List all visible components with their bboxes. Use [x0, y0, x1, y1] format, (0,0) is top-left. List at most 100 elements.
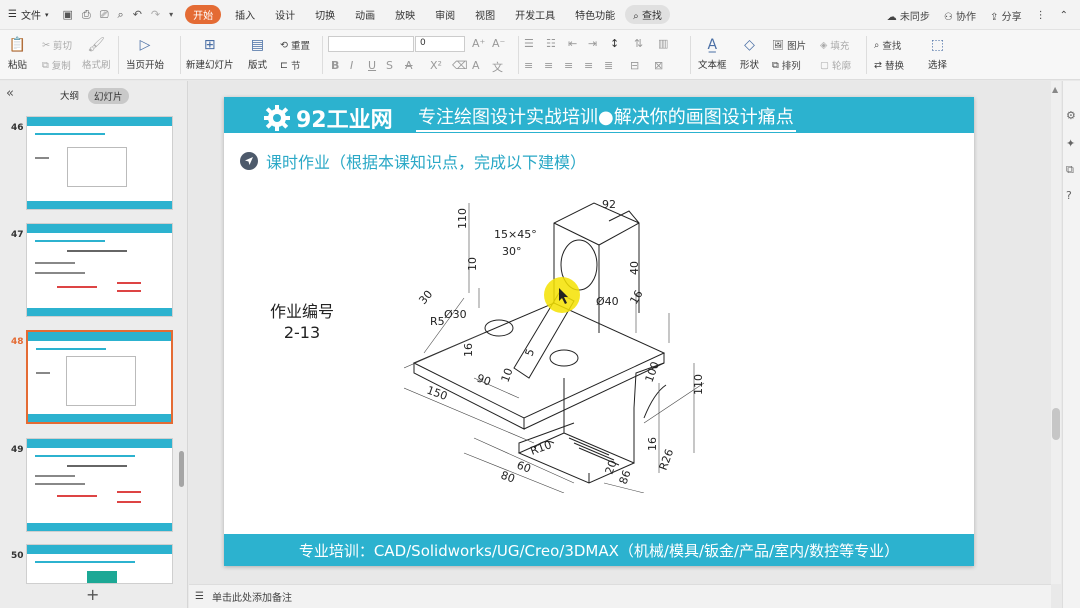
slide-thumbnail[interactable] [26, 438, 173, 532]
textbox-button[interactable]: A̲ 文本框 [698, 36, 727, 71]
share-icon: ⇪ [990, 11, 999, 23]
tab-transitions[interactable]: 切换 [305, 4, 345, 25]
dim-label: 15×45° [494, 228, 537, 241]
numbering-icon[interactable]: ☷ [546, 37, 556, 50]
tab-design[interactable]: 设计 [265, 4, 305, 25]
transition-icon[interactable]: ⧉ [1066, 163, 1074, 177]
shrink-font-icon[interactable]: A⁻ [492, 37, 505, 50]
align-text-icon[interactable]: ⊟ [630, 59, 639, 72]
tab-developer[interactable]: 开发工具 [505, 4, 565, 25]
scroll-up-icon[interactable]: ▲ [1052, 85, 1058, 94]
indent-decrease-icon[interactable]: ⇤ [568, 37, 577, 50]
slide-number: 49 [11, 445, 24, 455]
indent-increase-icon[interactable]: ⇥ [588, 37, 597, 50]
share-button[interactable]: ⇪ 分享 [990, 8, 1022, 23]
align-right-icon[interactable]: ≡ [564, 59, 573, 72]
paste-button[interactable]: 📋 粘贴 [8, 36, 27, 71]
layout-button[interactable]: ▤ 版式 [248, 36, 267, 71]
justify-icon[interactable]: ≡ [584, 59, 593, 72]
superscript-icon[interactable]: X² [430, 59, 442, 72]
slide-number: 50 [11, 551, 24, 561]
slide[interactable]: 92工业网 专注绘图设计实战培训●解决你的画图设计痛点 课时作业（根据本课知识点… [224, 97, 974, 566]
tab-insert[interactable]: 插入 [225, 4, 265, 25]
clear-format-icon[interactable]: ⌫ [452, 59, 468, 72]
underline-icon[interactable]: U [368, 59, 376, 72]
help-icon[interactable]: ? [1066, 189, 1072, 202]
shape-button[interactable]: ◇ 形状 [740, 36, 759, 71]
canvas-scrollbar[interactable]: ▲ [1051, 81, 1061, 584]
select-button[interactable]: ⬚ 选择 [928, 36, 947, 71]
collapse-panel-icon[interactable]: « [6, 86, 14, 101]
scrollbar-thumb[interactable] [1052, 408, 1060, 440]
bold-icon[interactable]: B [331, 59, 339, 72]
undo-icon[interactable]: ↶ [133, 8, 142, 21]
slide-panel: « 大纲 幻灯片 46 47 48 49 50 + [0, 81, 188, 608]
bullets-icon[interactable]: ☰ [524, 37, 534, 50]
outline-button[interactable]: ▢ 轮廓 [820, 58, 851, 73]
font-family-select[interactable] [328, 36, 414, 52]
customize-icon[interactable]: ▾ [169, 10, 173, 19]
picture-button[interactable]: 🖼 图片 [772, 38, 806, 53]
arrange-button[interactable]: ⧉ 排列 [772, 58, 801, 73]
grow-font-icon[interactable]: A⁺ [472, 37, 485, 50]
tab-slides[interactable]: 幻灯片 [88, 88, 129, 104]
copy-button[interactable]: ⧉ 复制 [42, 58, 71, 73]
text-effect-icon[interactable]: 文 [492, 59, 503, 75]
reset-button[interactable]: ⟲ 重置 [280, 38, 310, 53]
pdf-icon[interactable]: ⎙ [82, 8, 91, 22]
new-slide-button[interactable]: ⊞ 新建幻灯片 [186, 36, 234, 71]
tab-view[interactable]: 视图 [465, 4, 505, 25]
smartart-icon[interactable]: ⊠ [654, 59, 663, 72]
add-slide-icon[interactable]: + [86, 585, 99, 604]
tab-animation[interactable]: 动画 [345, 4, 385, 25]
italic-icon[interactable]: I [350, 59, 353, 72]
file-menu[interactable]: ☰ 文件 ▾ [0, 7, 56, 22]
tab-outline[interactable]: 大纲 [60, 88, 79, 102]
preview-icon[interactable]: ⌕ [118, 8, 124, 22]
fill-button[interactable]: ◈ 填充 [820, 38, 849, 53]
slide-thumbnail-active[interactable] [26, 330, 173, 424]
panel-scrollbar[interactable] [179, 451, 184, 487]
section-button[interactable]: ⊏ 节 [280, 58, 300, 73]
sync-status[interactable]: ☁ 未同步 [887, 8, 930, 23]
line-spacing-icon[interactable]: ↕ [610, 37, 619, 50]
play-from-current-label: 当页开始 [126, 60, 165, 71]
font-size-select[interactable]: 0 [415, 36, 465, 52]
print-icon[interactable]: ⎚ [100, 8, 109, 22]
slide-thumbnail[interactable] [26, 223, 173, 317]
outline-icon: ▢ [820, 59, 829, 71]
search-tab[interactable]: ⌕ 查找 [625, 5, 670, 24]
tab-review[interactable]: 审阅 [425, 4, 465, 25]
distribute-icon[interactable]: ≣ [604, 59, 613, 72]
collapse-ribbon-icon[interactable]: ⌃ [1060, 10, 1068, 21]
animation-icon[interactable]: ✦ [1066, 137, 1075, 150]
replace-button[interactable]: ⇄ 替换 [874, 58, 904, 73]
align-left-icon[interactable]: ≡ [524, 59, 533, 72]
find-button[interactable]: ⌕ 查找 [874, 38, 901, 53]
notes-bar[interactable]: ☰ 单击此处添加备注 [189, 584, 1051, 608]
font-color-icon[interactable]: A [472, 59, 480, 72]
settings-icon[interactable]: ⚙ [1066, 109, 1076, 122]
ribbon-divider [518, 36, 519, 74]
cut-button[interactable]: ✂ 剪切 [42, 38, 72, 53]
text-direction-icon[interactable]: ⇅ [634, 37, 643, 50]
save-icon[interactable]: ▣ [62, 8, 72, 21]
strikethrough-icon[interactable]: A [405, 59, 413, 72]
align-center-icon[interactable]: ≡ [544, 59, 553, 72]
tab-slideshow[interactable]: 放映 [385, 4, 425, 25]
play-from-current-button[interactable]: ▷ 当页开始 [126, 36, 164, 71]
slide-thumbnail[interactable] [26, 544, 173, 584]
tab-home[interactable]: 开始 [185, 5, 222, 24]
more-icon[interactable]: ⋮ [1036, 10, 1046, 21]
dim-label: 30 [416, 288, 435, 307]
redo-icon[interactable]: ↷ [151, 8, 160, 21]
format-painter-button[interactable]: 🖌 格式刷 [82, 36, 111, 71]
layout-icon: ▤ [250, 37, 265, 53]
slide-thumbnail[interactable] [26, 116, 173, 210]
shadow-icon[interactable]: S [386, 59, 393, 72]
dim-label: 40 [628, 261, 641, 275]
tab-features[interactable]: 特色功能 [565, 4, 625, 25]
columns-icon[interactable]: ▥ [658, 37, 668, 50]
dim-label: 10 [499, 366, 516, 384]
collab-button[interactable]: ⚇ 协作 [944, 8, 976, 23]
